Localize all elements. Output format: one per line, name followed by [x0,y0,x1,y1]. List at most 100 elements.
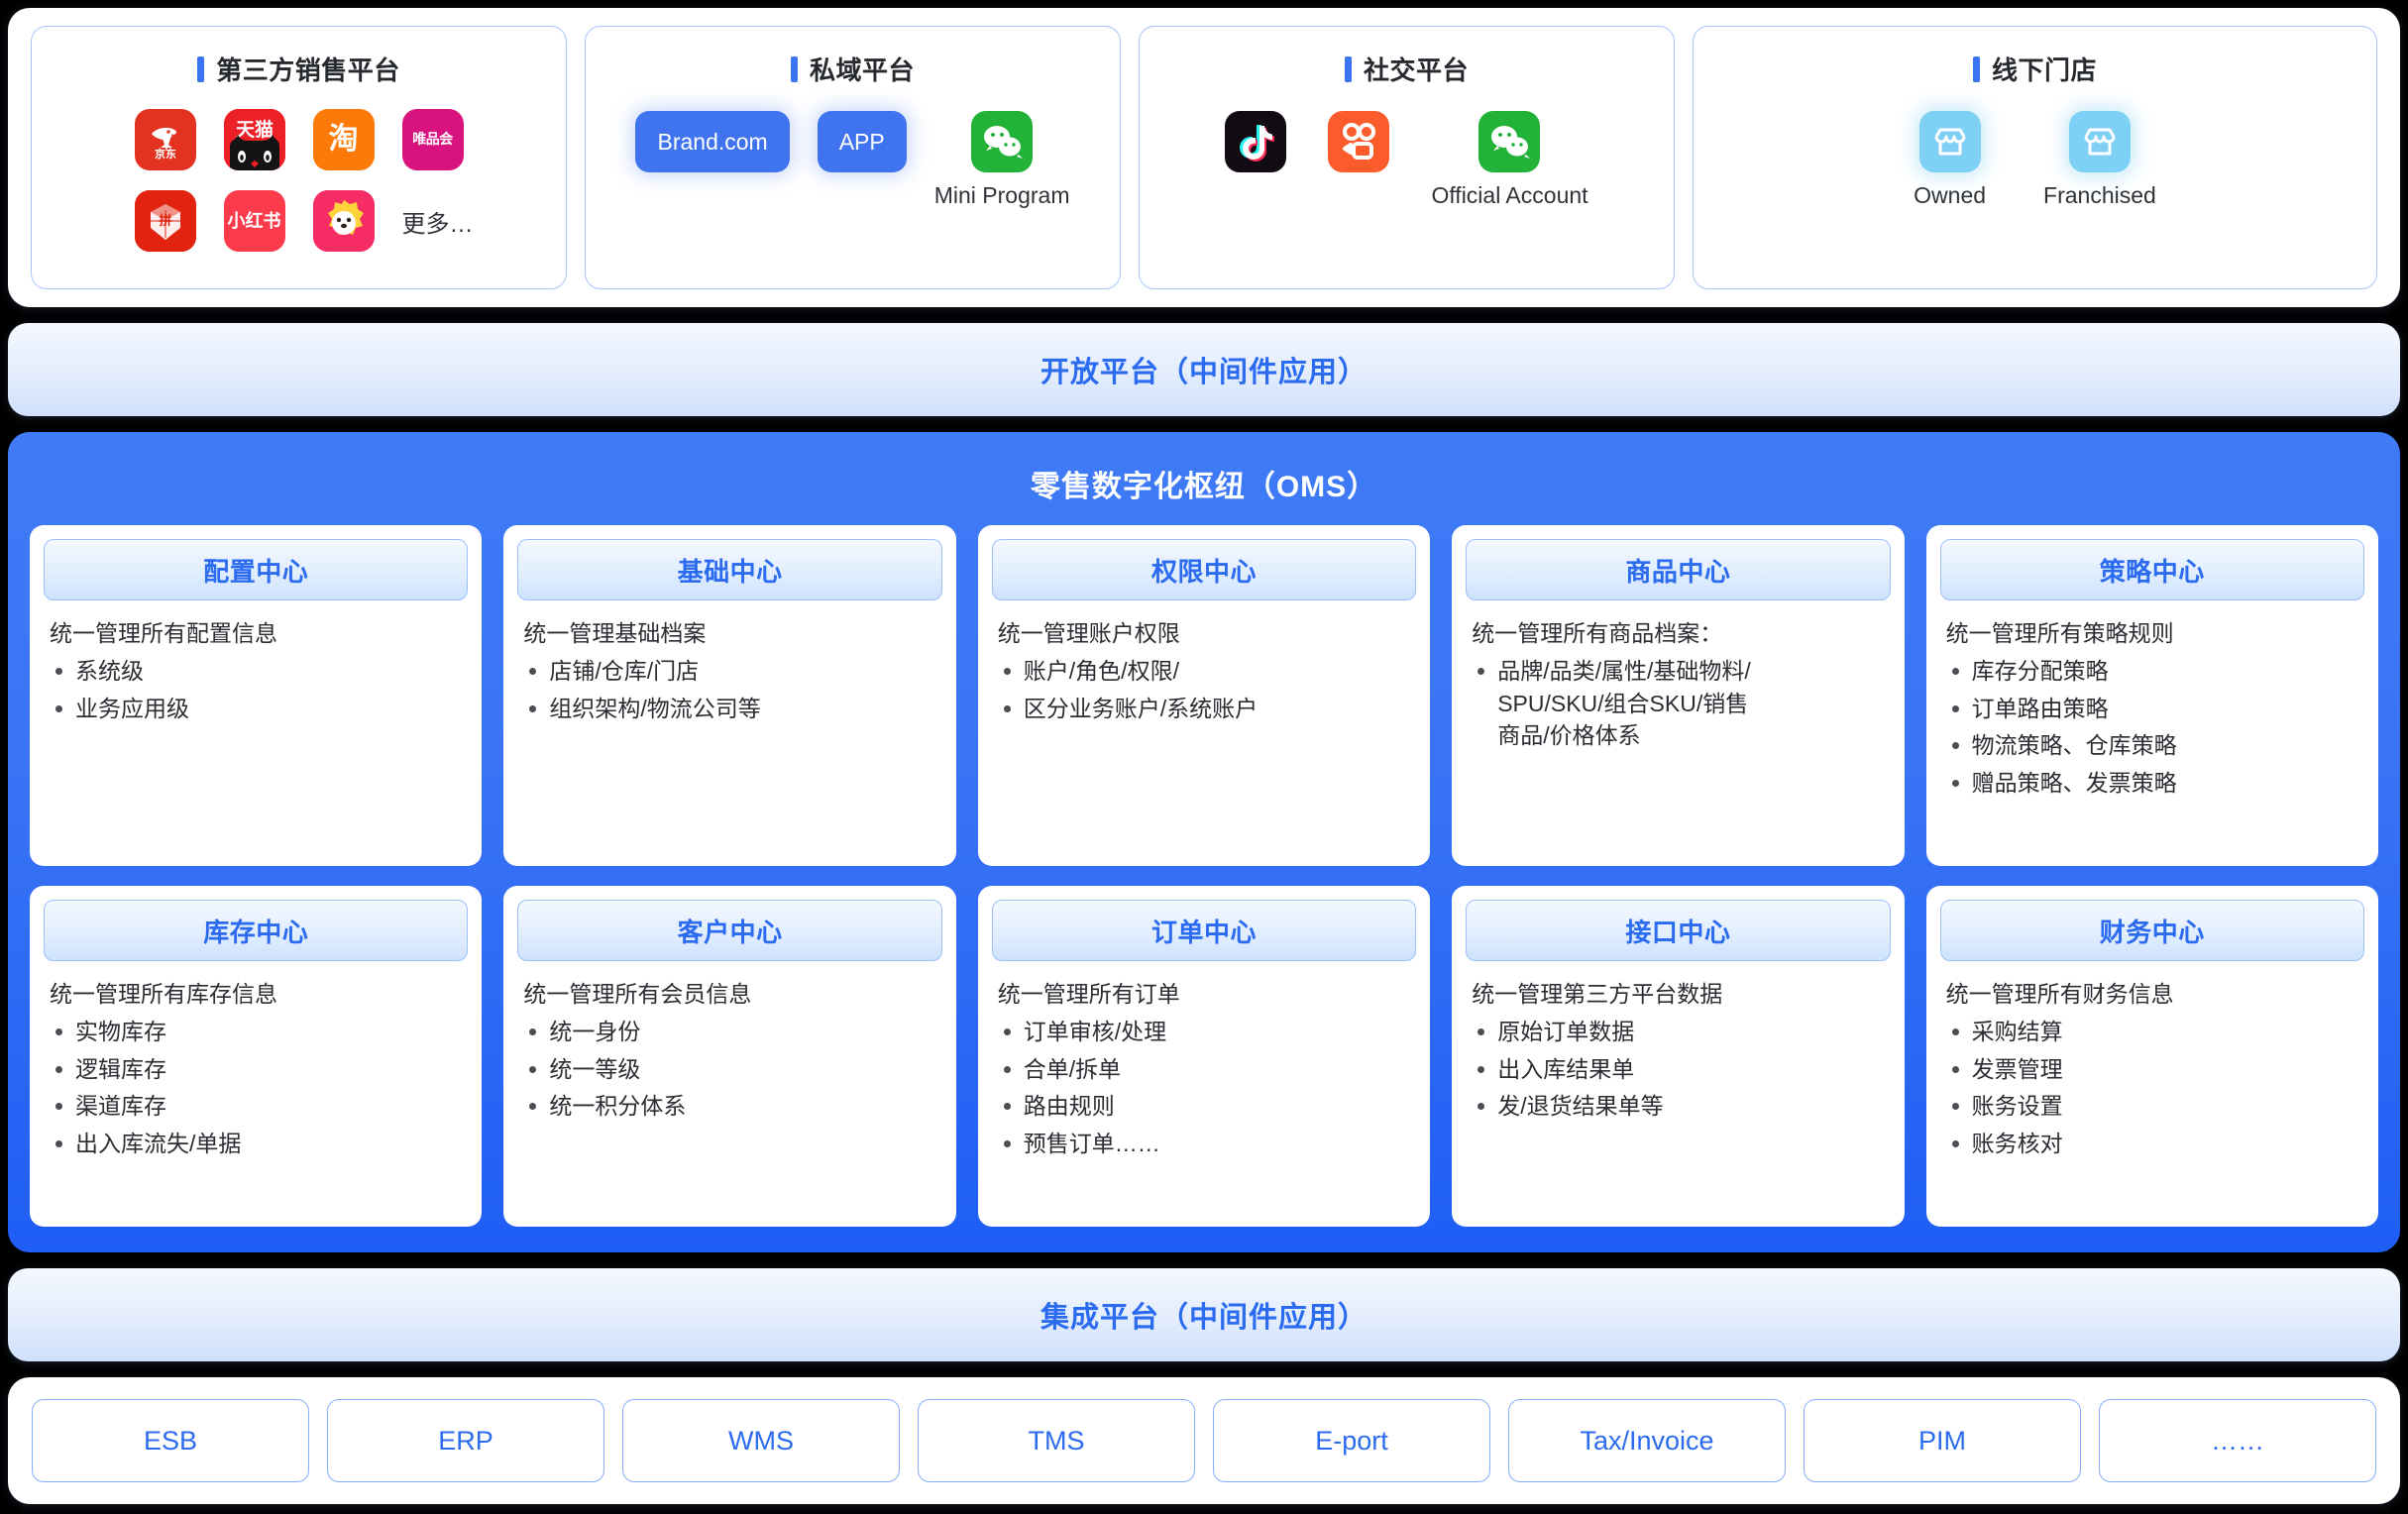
private-domain-items: Brand.com APP Mini Program [635,111,1070,209]
title-accent-bar [1972,55,1980,82]
module-title: 策略中心 [1939,539,2364,600]
module-item: 账务核对 [1946,1128,2358,1160]
module-item: 统一等级 [523,1053,935,1086]
module-interface-center[interactable]: 接口中心 统一管理第三方平台数据 原始订单数据 出入库结果单 发/退货结果单等 [1452,886,1905,1227]
pinduoduo-icon[interactable]: 拼 [134,190,196,252]
integration-platform-band[interactable]: 集成平台（中间件应用） [8,1268,2400,1361]
xiaohongshu-icon-label: 小红书 [227,210,281,231]
vip-icon-label: 唯品会 [412,131,453,148]
module-item-continuation: SPU/SKU/组合SKU/销售 [1497,690,1749,716]
module-items: 统一身份 统一等级 统一积分体系 [523,1016,935,1123]
module-item: 账户/角色/权限/ [998,655,1410,688]
module-basic-center[interactable]: 基础中心 统一管理基础档案 店铺/仓库/门店 组织架构/物流公司等 [503,525,956,866]
module-item: 原始订单数据 [1472,1016,1884,1048]
module-item: 统一积分体系 [523,1090,935,1123]
jd-icon-label: 京东 [155,147,176,161]
module-inventory-center[interactable]: 库存中心 统一管理所有库存信息 实物库存 逻辑库存 渠道库存 出入库流失/单据 [30,886,483,1227]
tmall-icon[interactable]: 天猫 [223,109,285,170]
oms-module-grid: 配置中心 统一管理所有配置信息 系统级 业务应用级 基础中心 统一管理基础档案 … [30,525,2378,1227]
module-item: 预售订单…… [998,1128,1410,1160]
open-platform-label: 开放平台（中间件应用） [1040,357,1368,388]
module-body: 统一管理所有配置信息 系统级 业务应用级 [44,600,468,724]
system-tax-invoice[interactable]: Tax/Invoice [1508,1399,1786,1482]
module-title: 基础中心 [517,539,942,600]
social-items: Official Account [1225,111,1588,209]
module-strategy-center[interactable]: 策略中心 统一管理所有策略规则 库存分配策略 订单路由策略 物流策略、仓库策略 … [1925,525,2378,866]
wechat-mini-program[interactable]: Mini Program [934,111,1070,209]
module-items: 采购结算 发票管理 账务设置 账务核对 [1946,1016,2358,1160]
module-lead: 统一管理所有商品档案： [1472,620,1723,646]
module-item: 出入库结果单 [1472,1053,1884,1086]
module-item: 物流策略、仓库策略 [1946,729,2358,762]
architecture-diagram: 第三方销售平台 京东 天猫 淘 唯品会 拼 小红书 更多… 私域平台 Brand… [0,0,2408,1514]
storefront-icon[interactable] [2068,111,2131,172]
module-lead: 统一管理账户权限 [997,620,1180,646]
module-items: 品牌/品类/属性/基础物料/ SPU/SKU/组合SKU/销售 商品/价格体系 [1472,655,1884,752]
jd-icon[interactable]: 京东 [134,109,196,170]
module-item: 发票管理 [1946,1053,2358,1086]
system-erp[interactable]: ERP [327,1399,604,1482]
franchised-store[interactable]: Franchised [2043,111,2156,209]
suning-lion-icon[interactable] [312,190,375,252]
module-body: 统一管理所有财务信息 采购结算 发票管理 账务设置 账务核对 [1940,961,2364,1160]
module-permission-center[interactable]: 权限中心 统一管理账户权限 账户/角色/权限/ 区分业务账户/系统账户 [977,525,1431,866]
system-wms[interactable]: WMS [622,1399,900,1482]
storefront-icon[interactable] [1918,111,1981,172]
system-more[interactable]: …… [2099,1399,2376,1482]
open-platform-band[interactable]: 开放平台（中间件应用） [8,323,2400,416]
wechat-official-account[interactable]: Official Account [1431,111,1588,209]
module-item-continuation: 商品/价格体系 [1497,722,1641,749]
module-items: 订单审核/处理 合单/拆单 路由规则 预售订单…… [998,1016,1410,1160]
channel-card-private-domain-platform[interactable]: 私域平台 Brand.com APP Mini Program [585,26,1121,289]
oms-title: 零售数字化枢纽（OMS） [1030,471,1378,503]
owned-store[interactable]: Owned [1914,111,1986,209]
taobao-icon-label: 淘 [328,123,359,156]
module-item: 区分业务账户/系统账户 [998,693,1410,725]
system-tms[interactable]: TMS [918,1399,1195,1482]
system-pim[interactable]: PIM [1804,1399,2081,1482]
vip-icon[interactable]: 唯品会 [401,109,464,170]
module-item: 赠品策略、发票策略 [1946,767,2358,800]
channel-title-label: 私域平台 [809,55,915,85]
channel-title-label: 线下门店 [1991,55,2097,85]
module-body: 统一管理所有库存信息 实物库存 逻辑库存 渠道库存 出入库流失/单据 [44,961,468,1160]
system-eport[interactable]: E-port [1213,1399,1490,1482]
module-item: 采购结算 [1946,1016,2358,1048]
module-item: 路由规则 [998,1090,1410,1123]
owned-store-label: Owned [1914,182,1987,208]
douyin-icon[interactable] [1225,111,1287,172]
kuaishou-icon[interactable] [1328,111,1390,172]
module-items: 原始订单数据 出入库结果单 发/退货结果单等 [1472,1016,1884,1123]
title-accent-bar [790,55,798,82]
module-customer-center[interactable]: 客户中心 统一管理所有会员信息 统一身份 统一等级 统一积分体系 [503,886,956,1227]
module-item: 订单路由策略 [1946,693,2358,725]
module-items: 系统级 业务应用级 [50,655,462,724]
module-finance-center[interactable]: 财务中心 统一管理所有财务信息 采购结算 发票管理 账务设置 账务核对 [1925,886,2378,1227]
module-item: 逻辑库存 [50,1053,462,1086]
system-esb[interactable]: ESB [32,1399,309,1482]
module-lead: 统一管理所有库存信息 [50,981,277,1007]
systems-panel: ESB ERP WMS TMS E-port Tax/Invoice PIM …… [8,1377,2400,1504]
more-channels-label[interactable]: 更多… [402,204,474,239]
channel-card-third-party-sales-platform[interactable]: 第三方销售平台 京东 天猫 淘 唯品会 拼 小红书 更多… [31,26,567,289]
module-config-center[interactable]: 配置中心 统一管理所有配置信息 系统级 业务应用级 [30,525,483,866]
title-accent-bar [1344,55,1352,82]
module-item: 渠道库存 [50,1090,462,1123]
wechat-icon[interactable] [971,111,1034,172]
module-title: 配置中心 [44,539,469,600]
module-product-center[interactable]: 商品中心 统一管理所有商品档案： 品牌/品类/属性/基础物料/ SPU/SKU/… [1452,525,1905,866]
module-order-center[interactable]: 订单中心 统一管理所有订单 订单审核/处理 合单/拆单 路由规则 预售订单…… [977,886,1431,1227]
channel-card-social-platform[interactable]: 社交平台 Official Account [1139,26,1675,289]
taobao-icon[interactable]: 淘 [312,109,375,170]
wechat-icon[interactable] [1478,111,1541,172]
module-item: 实物库存 [50,1016,462,1048]
module-items: 店铺/仓库/门店 组织架构/物流公司等 [523,655,935,724]
app-button[interactable]: APP [817,111,907,172]
channel-card-offline-store[interactable]: 线下门店 Owned Franchised [1693,26,2377,289]
module-item: 库存分配策略 [1946,655,2358,688]
module-title: 财务中心 [1939,900,2364,961]
title-accent-bar [197,55,205,82]
brand-com-button[interactable]: Brand.com [635,111,790,172]
module-title: 商品中心 [1466,539,1891,600]
xiaohongshu-icon[interactable]: 小红书 [223,190,285,252]
